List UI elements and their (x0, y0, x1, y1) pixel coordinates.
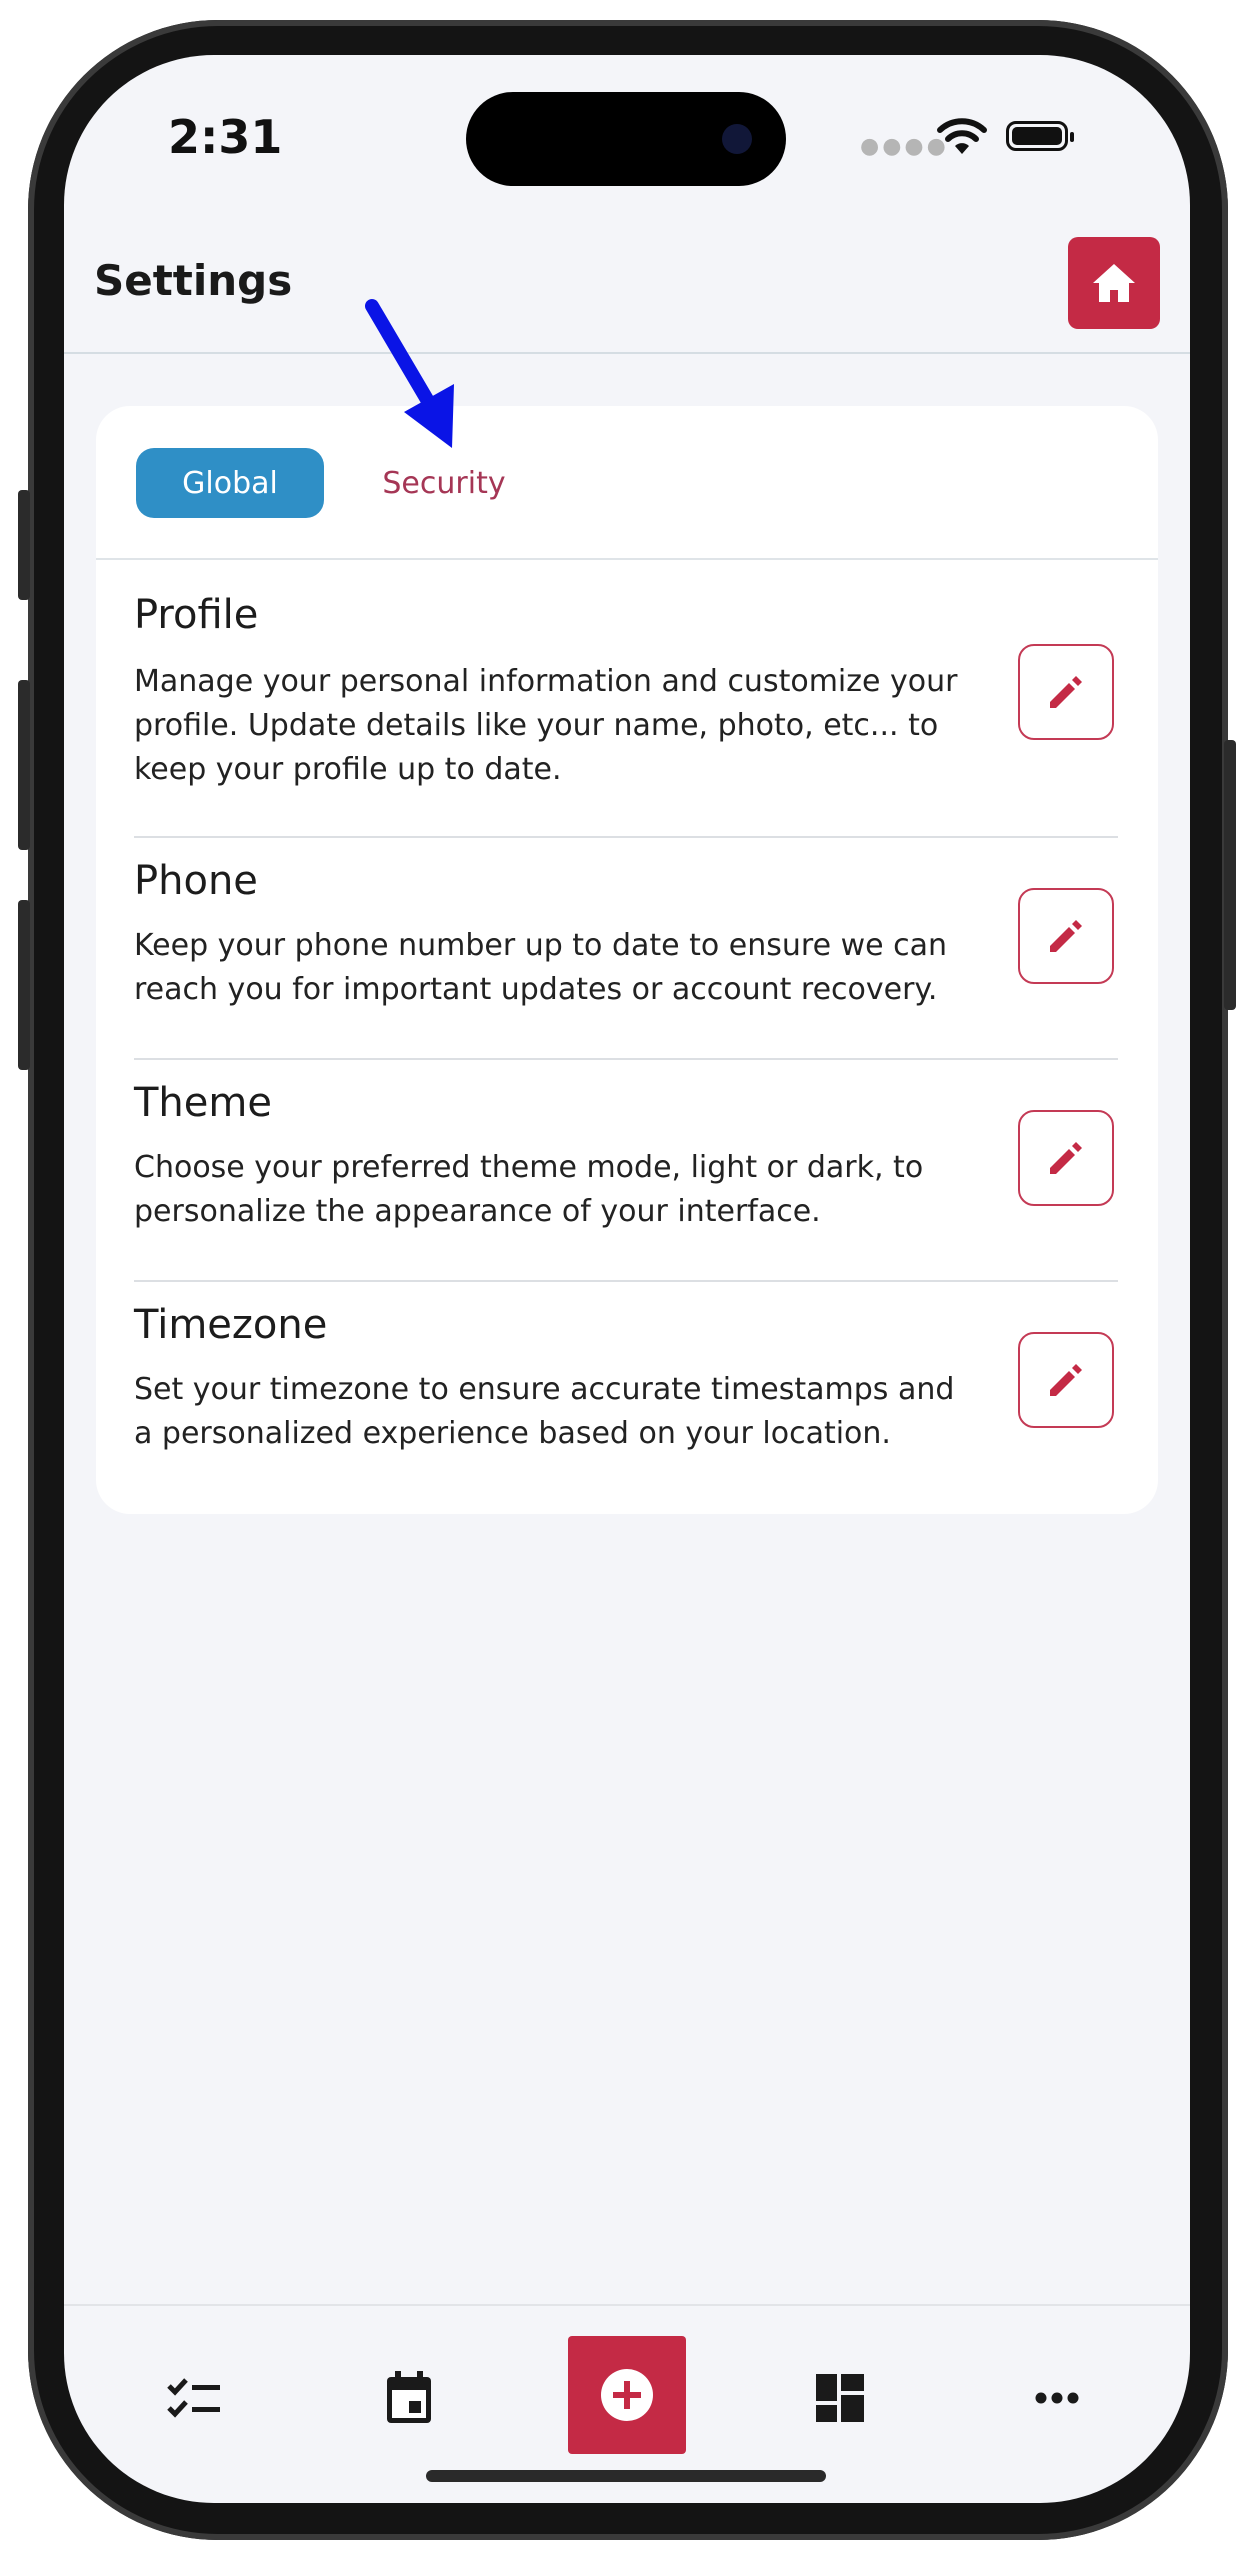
front-camera (722, 124, 752, 154)
home-indicator[interactable] (426, 2470, 826, 2482)
section-phone: Phone Keep your phone number up to date … (134, 858, 1118, 1058)
description-line: Set your timezone to ensure accurate tim… (134, 1372, 955, 1407)
action-button (18, 490, 30, 600)
power-button (1224, 740, 1236, 1010)
wifi-icon (937, 118, 987, 154)
section-title: Theme (134, 1080, 272, 1126)
section-divider (134, 836, 1118, 838)
description-line: Keep your phone number up to date to ens… (134, 928, 947, 963)
section-title: Profile (134, 592, 259, 638)
edit-profile-button[interactable] (1018, 644, 1114, 740)
pencil-icon (1050, 1142, 1082, 1174)
calendar-icon (387, 2371, 431, 2423)
tab-security[interactable]: Security (364, 448, 524, 518)
section-theme: Theme Choose your preferred theme mode, … (134, 1080, 1118, 1280)
nav-tasks[interactable] (154, 2358, 234, 2438)
battery-icon (1006, 121, 1074, 151)
home-button[interactable] (1068, 237, 1160, 329)
annotation-arrow-icon (365, 299, 454, 448)
nav-calendar[interactable] (369, 2358, 449, 2438)
bottom-nav-divider (64, 2304, 1190, 2306)
pencil-icon (1050, 1364, 1082, 1396)
volume-up-button (18, 680, 30, 850)
section-divider (134, 1058, 1118, 1060)
more-icon (1035, 2392, 1079, 2404)
description-line: reach you for important updates or accou… (134, 972, 938, 1007)
description-line: personalize the appearance of your inter… (134, 1194, 821, 1229)
section-profile: Profile Manage your personal information… (134, 592, 1118, 852)
section-description: Manage your personal information and cus… (134, 660, 974, 792)
tab-global[interactable]: Global (136, 448, 324, 518)
section-description: Choose your preferred theme mode, light … (134, 1146, 974, 1234)
header-divider (64, 352, 1190, 354)
settings-card: Global Security Profile Manage your pers… (96, 406, 1158, 1514)
home-icon (1093, 264, 1135, 302)
dynamic-island (466, 92, 786, 186)
edit-theme-button[interactable] (1018, 1110, 1114, 1206)
pencil-icon (1050, 676, 1082, 708)
status-time: 2:31 (168, 110, 283, 164)
pencil-icon (1050, 920, 1082, 952)
nav-more[interactable] (1017, 2358, 1097, 2438)
add-button[interactable] (568, 2336, 686, 2454)
section-divider (134, 1280, 1118, 1282)
edit-timezone-button[interactable] (1018, 1332, 1114, 1428)
add-icon (601, 2369, 653, 2421)
nav-dashboard[interactable] (800, 2358, 880, 2438)
dashboard-icon (816, 2374, 864, 2422)
section-description: Keep your phone number up to date to ens… (134, 924, 974, 1012)
edit-phone-button[interactable] (1018, 888, 1114, 984)
description-line: a personalized experience based on your … (134, 1416, 891, 1451)
section-description: Set your timezone to ensure accurate tim… (134, 1368, 974, 1456)
page-title: Settings (94, 256, 293, 305)
description-line: Manage your personal information and cus… (134, 664, 958, 699)
section-title: Timezone (134, 1302, 328, 1348)
section-timezone: Timezone Set your timezone to ensure acc… (134, 1302, 1118, 1502)
description-line: profile. Update details like your name, … (134, 708, 939, 743)
section-title: Phone (134, 858, 258, 904)
description-line: keep your profile up to date. (134, 752, 562, 787)
volume-down-button (18, 900, 30, 1070)
tabs-divider (96, 558, 1158, 560)
description-line: Choose your preferred theme mode, light … (134, 1150, 924, 1185)
checklist-icon (167, 2378, 220, 2418)
